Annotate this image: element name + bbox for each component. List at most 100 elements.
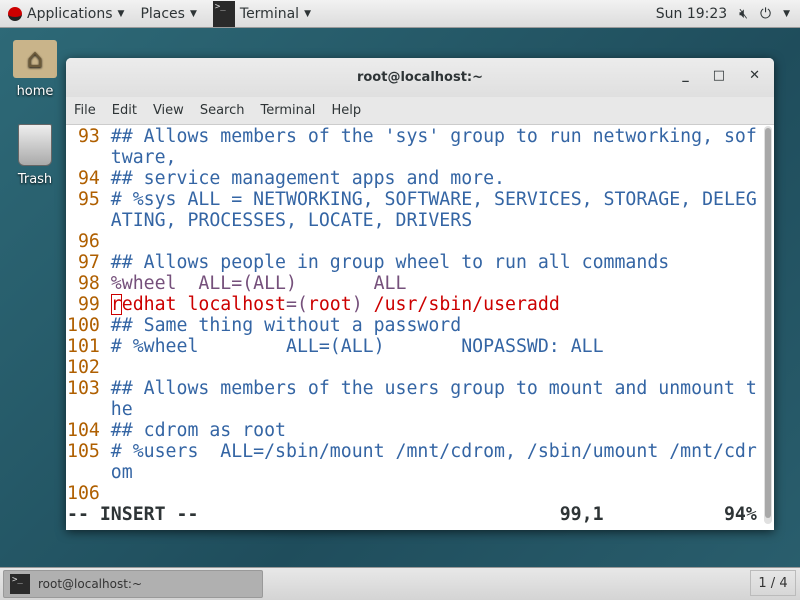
terminal-label: Terminal bbox=[239, 5, 300, 22]
chevron-down-icon[interactable]: ▼ bbox=[783, 9, 790, 19]
text-segment: /usr/sbin/useradd bbox=[362, 294, 560, 315]
text-segment: # %sys ALL = NETWORKING, SOFTWARE, SERVI… bbox=[110, 189, 757, 231]
top-panel: Applications ▼ Places ▼ >_ Terminal ▼ Sun 19… bbox=[0, 0, 800, 28]
line-number: 104 bbox=[67, 420, 100, 441]
line-number: 102 bbox=[67, 357, 100, 378]
text-segment: ## service management apps and more. bbox=[110, 168, 505, 189]
taskbar-item-terminal[interactable]: >_ root@localhost:~ bbox=[3, 570, 263, 598]
bottom-panel: >_ root@localhost:~ 1 / 4 bbox=[0, 567, 800, 600]
desktop-icon-trash[interactable]: Trash bbox=[8, 124, 62, 187]
line-number: 103 bbox=[67, 378, 100, 399]
line-number: 97 bbox=[77, 252, 100, 273]
editor-line: 93 ## Allows members of the 'sys' group t… bbox=[67, 126, 761, 168]
text-segment: ) bbox=[351, 294, 363, 315]
line-text: ## Allows members of the users group to … bbox=[111, 378, 757, 420]
places-label: Places bbox=[140, 5, 185, 22]
text-segment: # %wheel ALL=(ALL) NOPASSWD: ALL bbox=[110, 336, 604, 357]
terminal-icon: >_ bbox=[10, 574, 30, 594]
editor-line: 102 bbox=[67, 357, 761, 378]
task-label: root@localhost:~ bbox=[38, 577, 143, 591]
trash-icon bbox=[18, 124, 52, 166]
workspace-switcher[interactable]: 1 / 4 bbox=[750, 570, 796, 596]
text-segment: # %users ALL=/sbin/mount /mnt/cdrom, /sb… bbox=[110, 441, 757, 483]
window-title: root@localhost:~ bbox=[356, 70, 484, 85]
text-segment: ## cdrom as root bbox=[110, 420, 286, 441]
editor-line: 95 # %sys ALL = NETWORKING, SOFTWARE, SER… bbox=[67, 189, 761, 231]
text-segment: edhat localhost bbox=[121, 294, 286, 315]
applications-menu[interactable]: Applications ▼ bbox=[0, 0, 132, 28]
line-number: 96 bbox=[77, 231, 100, 252]
text-segment: ## Allows members of the 'sys' group to … bbox=[110, 126, 757, 168]
terminal-content[interactable]: 93 ## Allows members of the 'sys' group t… bbox=[67, 126, 761, 525]
menu-file[interactable]: File bbox=[66, 103, 104, 118]
home-label: home bbox=[16, 84, 54, 99]
editor-line: 96 bbox=[67, 231, 761, 252]
line-number: 100 bbox=[67, 315, 100, 336]
chevron-down-icon: ▼ bbox=[304, 8, 311, 19]
editor-line: 103 ## Allows members of the users group … bbox=[67, 378, 761, 420]
scroll-percent: 94% bbox=[723, 504, 757, 525]
editor-line: 97 ## Allows people in group wheel to run… bbox=[67, 252, 761, 273]
text-segment: =( bbox=[286, 294, 308, 315]
applications-label: Applications bbox=[27, 5, 113, 22]
line-text: ## Allows members of the 'sys' group to … bbox=[111, 126, 757, 168]
line-text: %wheel ALL=(ALL) ALL bbox=[111, 273, 757, 294]
mode-indicator: -- INSERT -- bbox=[67, 504, 199, 525]
text-segment: ## Allows people in group wheel to run a… bbox=[110, 252, 670, 273]
menu-help[interactable]: Help bbox=[323, 103, 369, 118]
text-segment: ## Allows members of the users group to … bbox=[110, 378, 757, 420]
line-number: 94 bbox=[77, 168, 100, 189]
chevron-down-icon: ▼ bbox=[189, 8, 197, 19]
cursor: r bbox=[110, 294, 122, 315]
line-number: 95 bbox=[77, 189, 100, 210]
line-text: redhat localhost=(root) /usr/sbin/userad… bbox=[110, 294, 757, 315]
line-text: ## service management apps and more. bbox=[111, 168, 757, 189]
menu-search[interactable]: Search bbox=[192, 103, 253, 118]
maximize-icon[interactable]: □ bbox=[713, 68, 725, 83]
editor-line: 101 # %wheel ALL=(ALL) NOPASSWD: ALL bbox=[67, 336, 761, 357]
menu-view[interactable]: View bbox=[145, 103, 192, 118]
title-bar[interactable]: root@localhost:~ _ □ ✕ bbox=[66, 58, 774, 97]
trash-label: Trash bbox=[17, 172, 53, 187]
line-text: # %users ALL=/sbin/mount /mnt/cdrom, /sb… bbox=[111, 441, 757, 483]
text-segment: ## Same thing without a password bbox=[110, 315, 462, 336]
editor-line: 100 ## Same thing without a password bbox=[67, 315, 761, 336]
scrollbar-thumb[interactable] bbox=[765, 128, 771, 518]
terminal-app-menu[interactable]: >_ Terminal ▼ bbox=[205, 0, 319, 28]
scrollbar[interactable] bbox=[764, 126, 772, 524]
line-text bbox=[111, 483, 757, 504]
home-folder-icon bbox=[13, 40, 57, 78]
editor-line: 94 ## service management apps and more. bbox=[67, 168, 761, 189]
vim-status-line: -- INSERT -- 99,1 94% bbox=[67, 504, 761, 525]
menu-bar: File Edit View Search Terminal Help bbox=[66, 97, 774, 125]
terminal-icon: >_ bbox=[212, 0, 235, 27]
line-number: 93 bbox=[77, 126, 100, 147]
close-icon[interactable]: ✕ bbox=[749, 68, 760, 83]
line-number: 106 bbox=[67, 483, 100, 504]
editor-line: 98 %wheel ALL=(ALL) ALL bbox=[67, 273, 761, 294]
menu-terminal[interactable]: Terminal bbox=[252, 103, 323, 118]
line-text bbox=[111, 231, 757, 252]
minimize-icon[interactable]: _ bbox=[682, 68, 689, 83]
menu-edit[interactable]: Edit bbox=[104, 103, 145, 118]
line-text: ## Same thing without a password bbox=[111, 315, 757, 336]
editor-line: 105 # %users ALL=/sbin/mount /mnt/cdrom, … bbox=[67, 441, 761, 483]
power-icon[interactable]: ⏻ bbox=[760, 6, 771, 22]
volume-muted-icon[interactable]: 🔇︎ bbox=[739, 6, 748, 22]
text-segment: root bbox=[307, 294, 352, 315]
line-number: 99 bbox=[77, 294, 100, 315]
places-menu[interactable]: Places ▼ bbox=[132, 0, 204, 28]
text-segment: %wheel ALL=(ALL) ALL bbox=[110, 273, 407, 294]
line-text: # %wheel ALL=(ALL) NOPASSWD: ALL bbox=[111, 336, 757, 357]
editor-line: 106 bbox=[67, 483, 761, 504]
chevron-down-icon: ▼ bbox=[117, 8, 125, 19]
clock[interactable]: Sun 19:23 bbox=[656, 6, 727, 22]
redhat-logo-icon bbox=[8, 6, 22, 21]
editor-line: 104 ## cdrom as root bbox=[67, 420, 761, 441]
terminal-window: root@localhost:~ _ □ ✕ File Edit View Sear… bbox=[66, 58, 774, 530]
editor-line: 99 redhat localhost=(root) /usr/sbin/user… bbox=[67, 294, 761, 315]
line-text: ## Allows people in group wheel to run a… bbox=[111, 252, 757, 273]
line-number: 101 bbox=[67, 336, 100, 357]
desktop-icon-home[interactable]: home bbox=[8, 40, 62, 99]
line-text: ## cdrom as root bbox=[111, 420, 757, 441]
